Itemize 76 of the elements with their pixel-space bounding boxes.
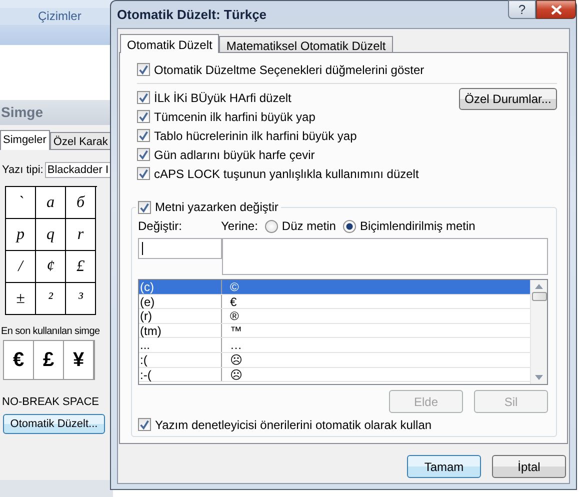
symbol-cell[interactable]: a: [36, 187, 66, 219]
check-icon: [138, 130, 149, 141]
tab[interactable]: Matematiksel Otomatik Düzelt: [219, 36, 393, 52]
field-label: Yerine:: [221, 219, 258, 233]
check-icon: [138, 149, 149, 160]
scrollbar[interactable]: [530, 280, 547, 384]
help-button[interactable]: ?: [508, 0, 536, 19]
list-row[interactable]: :( ☹: [139, 352, 530, 368]
list-row[interactable]: (tm) ™: [139, 324, 530, 338]
check-icon: [138, 111, 149, 122]
option-label: Tablo hücrelerinin ilk harfini büyük yap: [154, 128, 357, 142]
symbol-cell[interactable]: ³: [66, 283, 96, 315]
checkbox[interactable]: [137, 110, 150, 123]
symbol-cell[interactable]: ¥: [64, 341, 94, 379]
radio-label: Biçimlendirilmiş metin: [360, 219, 476, 233]
tab[interactable]: Simgeler: [0, 130, 50, 150]
autocorrect-button[interactable]: Otomatik Düzelt...: [3, 414, 105, 434]
check-icon: [138, 168, 149, 179]
character-name: NO-BREAK SPACE: [2, 396, 100, 408]
up-arrow-icon: [535, 284, 543, 289]
checkbox[interactable]: [137, 91, 150, 104]
list-row[interactable]: :-( ☹: [139, 368, 530, 382]
replace-field[interactable]: [138, 238, 222, 259]
symbol-cell[interactable]: б: [66, 187, 96, 219]
checkbox[interactable]: [138, 418, 151, 431]
check-icon: [138, 92, 149, 103]
symbol-cell[interactable]: /: [6, 251, 36, 283]
list-row[interactable]: (c) ©: [139, 280, 530, 295]
symbol-cell[interactable]: r: [66, 219, 96, 251]
list-row[interactable]: ... …: [139, 338, 530, 353]
checkbox[interactable]: [137, 129, 150, 142]
symbol-cell[interactable]: ²: [36, 283, 66, 315]
list-row[interactable]: (r) ®: [139, 309, 530, 324]
symbol-cell[interactable]: `: [6, 187, 36, 219]
symbol-cell[interactable]: €: [4, 341, 34, 379]
field-label: Değiştir:: [138, 219, 184, 233]
list-row[interactable]: (e) €: [139, 294, 530, 310]
check-icon: [138, 64, 149, 75]
symbol-cell[interactable]: ±: [6, 283, 36, 315]
section-label: En son kullanılan simge: [1, 326, 100, 337]
symbol-cell[interactable]: ¢: [36, 251, 66, 283]
group-label: Çizimler: [38, 9, 82, 23]
group-label: Metni yazarken değiştir: [155, 200, 278, 214]
option-label: İLk İKi BÜyük HArfi düzelt: [154, 90, 292, 104]
option-label: Gün adlarını büyük harfe çevir: [154, 148, 315, 162]
check-icon: [139, 419, 150, 430]
radio-button[interactable]: [342, 220, 356, 232]
option-label: Tümcenin ilk harfini büyük yap: [154, 110, 316, 124]
symbol-cell[interactable]: q: [36, 219, 66, 251]
exceptions-button[interactable]: Özel Durumlar...: [459, 88, 557, 110]
dialog-button[interactable]: İptal: [492, 455, 566, 478]
font-field[interactable]: Blackadder I: [45, 162, 111, 178]
close-button[interactable]: [536, 0, 576, 19]
option-label: Yazım denetleyicisi önerilerini otomatik olarak kullan: [155, 418, 432, 432]
scroll-thumb[interactable]: [532, 292, 546, 301]
checkbox[interactable]: [137, 63, 150, 76]
window-title: Simge: [1, 104, 44, 120]
down-arrow-icon: [535, 375, 543, 380]
with-field[interactable]: [222, 238, 548, 275]
option-label: Otomatik Düzeltme Seçenekleri düğmelerini göster: [154, 62, 424, 76]
field-label: Yazı tipi:: [2, 164, 44, 176]
check-icon: [139, 202, 150, 212]
dialog-button[interactable]: Tamam: [407, 455, 481, 478]
checkbox[interactable]: [137, 167, 150, 180]
option-label: cAPS LOCK tuşunun yanlışlıkla kullanımını düzelt: [154, 166, 419, 180]
tab[interactable]: Otomatik Düzelt: [120, 34, 220, 53]
checkbox[interactable]: [137, 148, 150, 161]
close-icon: [550, 4, 562, 14]
symbol-cell[interactable]: £: [34, 341, 64, 379]
radio-button[interactable]: [264, 220, 278, 232]
symbol-cell[interactable]: p: [6, 219, 36, 251]
window-title: Otomatik Düzelt: Türkçe: [117, 7, 267, 22]
radio-label: Düz metin: [282, 219, 336, 233]
checkbox[interactable]: [138, 200, 151, 214]
tab[interactable]: Özel Karak: [50, 132, 112, 149]
symbol-cell[interactable]: £: [66, 251, 96, 283]
